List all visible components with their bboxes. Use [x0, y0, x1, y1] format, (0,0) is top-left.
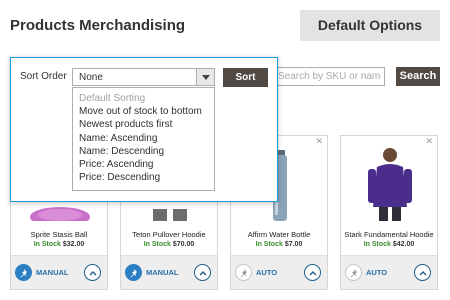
sort-option-default[interactable]: Default Sorting — [79, 92, 208, 105]
position-mode: MANUAL — [36, 268, 69, 277]
position-mode: MANUAL — [146, 268, 179, 277]
pin-icon[interactable] — [125, 264, 142, 281]
page-title: Products Merchandising — [10, 17, 186, 34]
remove-icon[interactable]: ✕ — [315, 136, 323, 147]
sort-option-name-desc[interactable]: Name: Descending — [79, 145, 208, 158]
remove-icon[interactable]: ✕ — [425, 136, 433, 147]
stock-status: In Stock — [363, 241, 391, 248]
product-image — [355, 145, 425, 221]
product-stock-price: In Stock $32.00 — [11, 241, 107, 248]
card-footer: MANUAL — [11, 255, 107, 289]
card-footer: AUTO — [231, 255, 327, 289]
product-card[interactable]: ✕ Stark Fundamental Hoodie In Stock $42.… — [340, 135, 438, 290]
product-stock-price: In Stock $42.00 — [341, 241, 437, 248]
card-footer: AUTO — [341, 255, 437, 289]
sort-options-list: Default Sorting Move out of stock to bot… — [72, 87, 215, 191]
pin-icon[interactable] — [15, 264, 32, 281]
stock-status: In Stock — [255, 241, 283, 248]
sort-option-price-desc[interactable]: Price: Descending — [79, 171, 208, 184]
product-stock-price: In Stock $7.00 — [231, 241, 327, 248]
product-name: Teton Pullover Hoodie — [132, 230, 206, 239]
sort-order-label: Sort Order — [20, 71, 67, 82]
stock-status: In Stock — [143, 241, 171, 248]
pin-icon[interactable] — [345, 264, 362, 281]
pin-icon[interactable] — [235, 264, 252, 281]
chevron-up-icon[interactable] — [414, 264, 431, 281]
chevron-up-icon[interactable] — [304, 264, 321, 281]
stock-status: In Stock — [33, 241, 61, 248]
sort-selected-value: None — [79, 72, 103, 83]
card-footer: MANUAL — [121, 255, 217, 289]
sort-option-price-asc[interactable]: Price: Ascending — [79, 158, 208, 171]
sort-popup: Sort Order None Sort Default Sorting Mov… — [10, 57, 278, 202]
product-price: $32.00 — [62, 241, 85, 248]
product-name: Stark Fundamental Hoodie — [344, 230, 434, 239]
product-stock-price: In Stock $70.00 — [121, 241, 217, 248]
product-price: $70.00 — [172, 241, 195, 248]
dropdown-arrow-icon[interactable] — [196, 69, 214, 85]
product-name: Sprite Stasis Ball — [30, 230, 88, 239]
sort-button[interactable]: Sort — [223, 68, 268, 87]
product-name: Affirm Water Bottle — [247, 230, 311, 239]
product-price: $42.00 — [392, 241, 415, 248]
search-button[interactable]: Search — [396, 67, 440, 86]
search-input[interactable] — [274, 67, 385, 86]
position-mode: AUTO — [366, 268, 388, 277]
sort-order-select[interactable]: None — [72, 68, 215, 86]
default-options-button[interactable]: Default Options — [300, 10, 440, 41]
sort-option-out-of-stock-bottom[interactable]: Move out of stock to bottom — [79, 105, 208, 118]
position-mode: AUTO — [256, 268, 278, 277]
product-price: $7.00 — [284, 241, 303, 248]
sort-option-newest-first[interactable]: Newest products first — [79, 118, 208, 131]
chevron-up-icon[interactable] — [84, 264, 101, 281]
sort-option-name-asc[interactable]: Name: Ascending — [79, 132, 208, 145]
chevron-up-icon[interactable] — [194, 264, 211, 281]
